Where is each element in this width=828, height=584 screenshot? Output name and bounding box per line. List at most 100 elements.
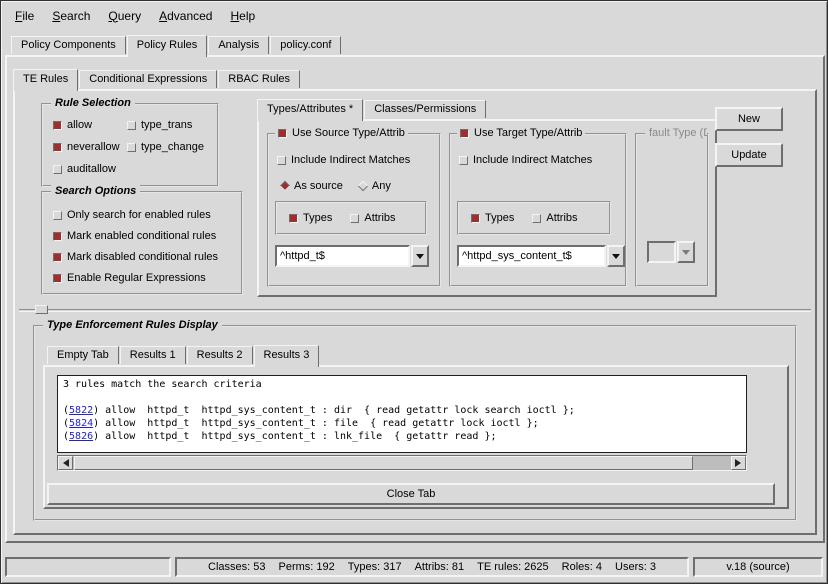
checkbox-label: Types <box>485 212 514 224</box>
tab-results-1[interactable]: Results 1 <box>120 346 186 364</box>
checkbox-label: Mark disabled conditional rules <box>67 251 218 263</box>
checkbox-indicator <box>278 129 287 138</box>
checkbox-auditallow[interactable]: auditallow <box>53 162 125 176</box>
checkbox-type-trans[interactable]: type_trans <box>127 118 217 132</box>
results-hscrollbar[interactable] <box>57 455 747 471</box>
checkbox-neverallow[interactable]: neverallow <box>53 140 125 154</box>
checkbox-mark-enabled-conditional[interactable]: Mark enabled conditional rules <box>53 229 241 243</box>
statusbar: Classes: 53 Perms: 192 Types: 317 Attrib… <box>3 554 825 580</box>
tab-results-2[interactable]: Results 2 <box>187 346 253 364</box>
tab-analysis[interactable]: Analysis <box>208 36 269 54</box>
target-combo-dropdown-button[interactable] <box>607 245 625 267</box>
tab-classes-permissions[interactable]: Classes/Permissions <box>364 100 486 118</box>
checkbox-source-indirect[interactable]: Include Indirect Matches <box>277 153 410 167</box>
checkbox-label: Attribs <box>364 212 395 224</box>
close-tab-button[interactable]: Close Tab <box>47 483 775 505</box>
radio-label: Any <box>372 180 391 192</box>
rule-link[interactable]: 5824 <box>69 418 93 429</box>
te-rules-panel: Rule Selection allow type_trans neverall… <box>13 89 817 535</box>
radio-as-source[interactable]: As source <box>281 179 343 193</box>
tab-te-rules[interactable]: TE Rules <box>13 69 78 91</box>
stat-types: Types: 317 <box>348 561 402 573</box>
radio-any[interactable]: Any <box>359 179 391 193</box>
scroll-left-button[interactable] <box>58 456 73 470</box>
search-options-group: Search Options Only search for enabled r… <box>41 191 243 295</box>
default-type-input <box>647 241 676 263</box>
menu-search[interactable]: Search <box>44 5 98 27</box>
tab-policy-rules[interactable]: Policy Rules <box>127 35 208 57</box>
checkbox-use-target-type[interactable]: Use Target Type/Attrib <box>457 126 585 140</box>
target-type-combo <box>457 245 625 267</box>
tab-empty[interactable]: Empty Tab <box>47 346 119 364</box>
policy-rules-panel: TE Rules Conditional Expressions RBAC Ru… <box>5 55 825 543</box>
menu-help[interactable]: Help <box>222 5 263 27</box>
source-types-attribs-frame: Types Attribs <box>275 201 427 235</box>
checkbox-label: Mark enabled conditional rules <box>67 230 216 242</box>
tab-types-attributes[interactable]: Types/Attributes * <box>257 99 363 121</box>
search-options-list: Only search for enabled rules Mark enabl… <box>43 193 241 285</box>
new-button[interactable]: New <box>715 107 783 131</box>
checkbox-indicator <box>289 214 298 223</box>
chevron-down-icon <box>416 254 424 263</box>
sash-handle[interactable] <box>35 305 48 314</box>
radio-indicator <box>280 181 290 191</box>
rule-line: (5822) allow httpd_t httpd_sys_content_t… <box>63 404 741 417</box>
checkbox-label: Use Target Type/Attrib <box>474 127 582 139</box>
checkbox-indicator <box>53 253 62 262</box>
menu-query[interactable]: Query <box>100 5 149 27</box>
default-type-combo <box>647 241 695 263</box>
rule-text: ) allow httpd_t httpd_sys_content_t : ln… <box>93 431 496 442</box>
scroll-thumb[interactable] <box>74 456 693 470</box>
rule-selection-title: Rule Selection <box>51 97 135 110</box>
checkbox-mark-disabled-conditional[interactable]: Mark disabled conditional rules <box>53 250 241 264</box>
tab-conditional-expressions[interactable]: Conditional Expressions <box>79 70 217 88</box>
results-textpane[interactable]: 3 rules match the search criteria (5822)… <box>57 375 747 453</box>
checkbox-indicator <box>53 143 62 152</box>
scroll-track[interactable] <box>73 456 731 470</box>
update-button[interactable]: Update <box>715 143 783 167</box>
tab-results-3[interactable]: Results 3 <box>254 345 320 367</box>
checkbox-source-attribs[interactable]: Attribs <box>350 211 395 225</box>
source-combo-dropdown-button[interactable] <box>411 245 429 267</box>
status-version: v.18 (source) <box>693 557 823 577</box>
checkbox-label: Types <box>303 212 332 224</box>
tab-policy-components[interactable]: Policy Components <box>11 36 126 54</box>
checkbox-indicator <box>53 232 62 241</box>
rule-text: ) allow httpd_t httpd_sys_content_t : di… <box>93 405 575 416</box>
checkbox-label: Enable Regular Expressions <box>67 272 206 284</box>
source-type-input[interactable] <box>275 245 410 267</box>
rule-link[interactable]: 5826 <box>69 431 93 442</box>
tab-rbac-rules[interactable]: RBAC Rules <box>218 70 300 88</box>
checkbox-source-types[interactable]: Types <box>289 211 332 225</box>
checkbox-label: Attribs <box>546 212 577 224</box>
checkbox-allow[interactable]: allow <box>53 118 125 132</box>
checkbox-enable-regex[interactable]: Enable Regular Expressions <box>53 271 241 285</box>
menu-file[interactable]: File <box>7 5 42 27</box>
checkbox-indicator <box>350 214 359 223</box>
checkbox-type-change[interactable]: type_change <box>127 140 217 154</box>
rule-link[interactable]: 5822 <box>69 405 93 416</box>
scroll-right-button[interactable] <box>731 456 746 470</box>
stat-classes: Classes: 53 <box>208 561 265 573</box>
checkbox-target-attribs[interactable]: Attribs <box>532 211 577 225</box>
tab-policy-conf[interactable]: policy.conf <box>270 36 341 54</box>
status-stats: Classes: 53 Perms: 192 Types: 317 Attrib… <box>175 557 689 577</box>
checkbox-indicator <box>53 165 62 174</box>
checkbox-label: Only search for enabled rules <box>67 209 211 221</box>
checkbox-enabled-rules-only[interactable]: Only search for enabled rules <box>53 208 241 222</box>
source-group: Use Source Type/Attrib Include Indirect … <box>267 133 441 287</box>
menu-advanced[interactable]: Advanced <box>151 5 220 27</box>
checkbox-target-types[interactable]: Types <box>471 211 514 225</box>
radio-label: As source <box>294 180 343 192</box>
checkbox-target-indirect[interactable]: Include Indirect Matches <box>459 153 592 167</box>
rule-text: ) allow httpd_t httpd_sys_content_t : fi… <box>93 418 539 429</box>
checkbox-label: auditallow <box>67 163 116 175</box>
checkbox-label: Include Indirect Matches <box>473 154 592 166</box>
pane-sash[interactable] <box>19 309 811 312</box>
target-type-input[interactable] <box>457 245 606 267</box>
checkbox-use-source-type[interactable]: Use Source Type/Attrib <box>275 126 408 140</box>
te-display-group: Type Enforcement Rules Display Empty Tab… <box>33 325 797 521</box>
checkbox-indicator <box>471 214 480 223</box>
chevron-down-icon <box>612 254 620 263</box>
radio-indicator <box>358 181 368 191</box>
